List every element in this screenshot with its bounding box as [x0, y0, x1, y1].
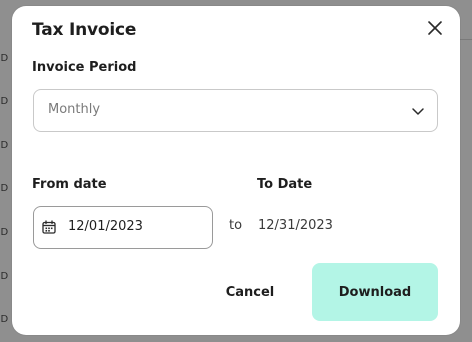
date-range-separator: to	[229, 218, 243, 233]
invoice-period-select[interactable]: Monthly	[33, 89, 438, 132]
background-divider	[458, 39, 472, 40]
background-row-text: SD	[0, 140, 9, 151]
background-row-text: SD	[0, 314, 9, 325]
to-date-value: 12/31/2023	[258, 218, 333, 233]
close-icon	[428, 21, 442, 35]
background-row-text: SD	[0, 227, 9, 238]
background-row-text: SD	[0, 53, 9, 64]
tax-invoice-dialog: Tax Invoice Invoice Period Monthly From …	[12, 6, 460, 335]
from-date-value: 12/01/2023	[68, 219, 143, 234]
dialog-title: Tax Invoice	[32, 20, 137, 40]
cancel-button[interactable]: Cancel	[203, 263, 297, 321]
invoice-period-value: Monthly	[48, 102, 101, 117]
background-row-text: SD	[0, 183, 9, 194]
close-button[interactable]	[426, 19, 444, 37]
to-date-label: To Date	[257, 177, 313, 192]
from-date-label: From date	[32, 177, 107, 192]
from-date-input[interactable]: 12/01/2023	[33, 206, 213, 249]
background-row-text: SD	[0, 96, 9, 107]
calendar-icon	[42, 220, 56, 234]
chevron-down-icon	[412, 108, 424, 115]
download-button[interactable]: Download	[312, 263, 438, 321]
background-row-text: SD	[0, 271, 9, 282]
invoice-period-label: Invoice Period	[32, 60, 137, 75]
